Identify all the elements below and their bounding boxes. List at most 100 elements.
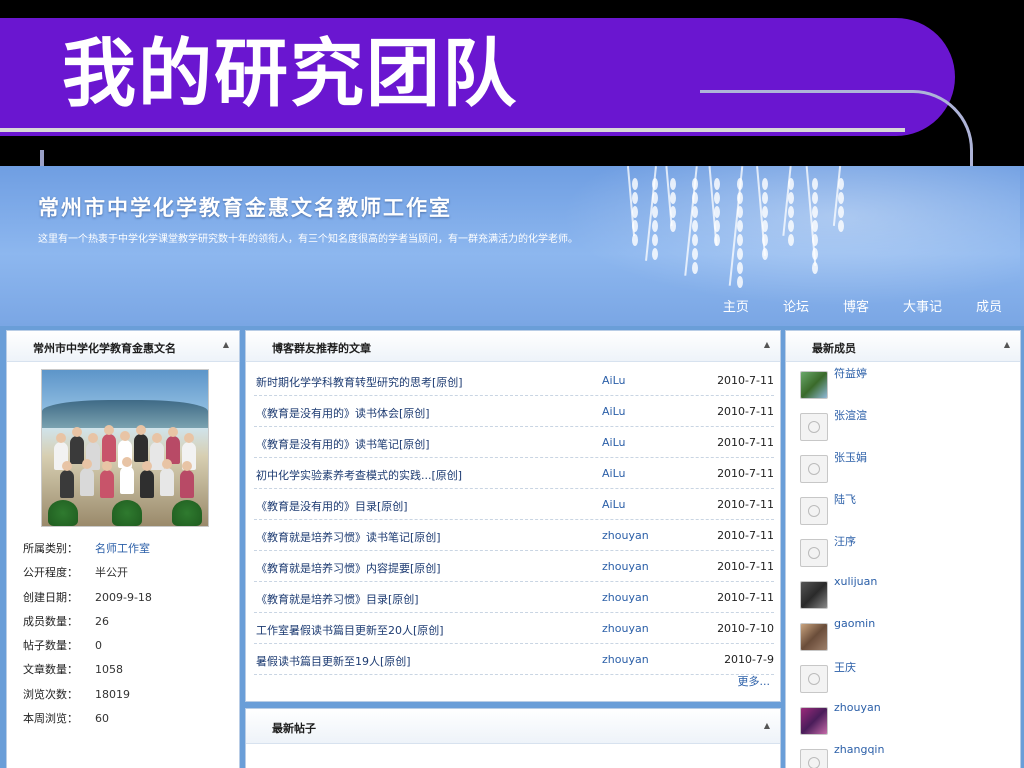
member-name[interactable]: 符益婷 bbox=[834, 365, 867, 381]
member-item: zhangqin bbox=[798, 743, 1008, 768]
member-name[interactable]: zhangqin bbox=[834, 743, 884, 756]
panel-header: 最新成员 ▲ bbox=[786, 331, 1020, 362]
info-row: 文章数量： 1058 bbox=[23, 658, 233, 682]
info-row: 公开程度： 半公开 bbox=[23, 561, 233, 585]
photo-person bbox=[102, 425, 116, 462]
article-title[interactable]: 工作室暑假读书篇目更新至20人[原创] bbox=[256, 622, 444, 638]
member-item: zhouyan bbox=[798, 701, 1008, 743]
member-name[interactable]: gaomin bbox=[834, 617, 875, 630]
studio-info-list: 所属类别： 名师工作室 公开程度： 半公开 创建日期： 2009-9-18 成员数量：… bbox=[23, 537, 233, 731]
willow-leaf bbox=[670, 178, 676, 190]
article-author[interactable]: AiLu bbox=[602, 436, 626, 449]
member-avatar[interactable] bbox=[800, 707, 828, 735]
slide-title: 我的研究团队 bbox=[62, 31, 518, 117]
member-name[interactable]: 王庆 bbox=[834, 659, 856, 675]
article-author[interactable]: zhouyan bbox=[602, 653, 649, 666]
photo-person-head bbox=[182, 461, 192, 471]
willow-leaf bbox=[692, 220, 698, 232]
info-row: 所属类别： 名师工作室 bbox=[23, 537, 233, 561]
article-row: 《教育就是培养习惯》读书笔记[原创] zhouyan 2010-7-11 bbox=[254, 520, 774, 551]
info-row: 成员数量： 26 bbox=[23, 610, 233, 634]
info-value[interactable]: 名师工作室 bbox=[95, 537, 150, 561]
article-title[interactable]: 暑假读书篇目更新至19人[原创] bbox=[256, 653, 411, 669]
photo-person bbox=[80, 459, 94, 496]
photo-person bbox=[120, 457, 134, 494]
willow-leaf bbox=[652, 192, 658, 204]
member-name[interactable]: 陆飞 bbox=[834, 491, 856, 507]
article-title[interactable]: 《教育是没有用的》读书笔记[原创] bbox=[256, 436, 430, 452]
willow-leaf bbox=[652, 248, 658, 260]
photo-person bbox=[180, 461, 194, 498]
member-avatar[interactable] bbox=[800, 623, 828, 651]
willow-leaf bbox=[788, 178, 794, 190]
more-link[interactable]: 更多... bbox=[738, 673, 771, 689]
nav-home[interactable]: 主页 bbox=[723, 296, 749, 315]
article-author[interactable]: zhouyan bbox=[602, 560, 649, 573]
willow-leaf bbox=[652, 206, 658, 218]
article-title[interactable]: 《教育就是培养习惯》目录[原创] bbox=[256, 591, 419, 607]
willow-leaf bbox=[737, 220, 743, 232]
collapse-arrow-icon[interactable]: ▲ bbox=[223, 340, 229, 349]
member-name[interactable]: 张玉娟 bbox=[834, 449, 867, 465]
article-title[interactable]: 新时期化学学科教育转型研究的思考[原创] bbox=[256, 374, 463, 390]
article-title[interactable]: 《教育就是培养习惯》内容提要[原创] bbox=[256, 560, 441, 576]
willow-leaf bbox=[714, 234, 720, 246]
member-name[interactable]: 张渲渲 bbox=[834, 407, 867, 423]
article-author[interactable]: AiLu bbox=[602, 374, 626, 387]
article-title[interactable]: 《教育就是培养习惯》读书笔记[原创] bbox=[256, 529, 441, 545]
member-avatar[interactable] bbox=[800, 749, 828, 768]
member-avatar[interactable] bbox=[800, 413, 828, 441]
member-name[interactable]: 汪序 bbox=[834, 533, 856, 549]
photo-plant bbox=[112, 500, 142, 526]
photo-person-head bbox=[82, 459, 92, 469]
nav-forum[interactable]: 论坛 bbox=[783, 296, 809, 315]
photo-person-head bbox=[102, 461, 112, 471]
info-row: 创建日期： 2009-9-18 bbox=[23, 586, 233, 610]
info-key: 浏览次数： bbox=[23, 687, 78, 701]
recommended-articles-panel: 博客群友推荐的文章 ▲ 新时期化学学科教育转型研究的思考[原创] AiLu 2010… bbox=[245, 330, 781, 702]
member-avatar[interactable] bbox=[800, 497, 828, 525]
slide-title-underline bbox=[0, 128, 905, 132]
info-value: 2009-9-18 bbox=[95, 590, 152, 604]
latest-members-panel: 最新成员 ▲ 符益婷张渲渲张玉娟陆飞汪序 xulijuan gaomin 王庆 zhou… bbox=[785, 330, 1021, 768]
article-author[interactable]: AiLu bbox=[602, 498, 626, 511]
article-author[interactable]: zhouyan bbox=[602, 591, 649, 604]
photo-person-head bbox=[104, 425, 114, 435]
willow-leaf bbox=[788, 234, 794, 246]
article-date: 2010-7-10 bbox=[717, 622, 774, 635]
willow-leaf bbox=[714, 192, 720, 204]
nav-events[interactable]: 大事记 bbox=[903, 296, 942, 315]
info-key: 帖子数量： bbox=[23, 639, 78, 653]
photo-person-head bbox=[142, 461, 152, 471]
willow-leaf bbox=[692, 206, 698, 218]
article-author[interactable]: zhouyan bbox=[602, 529, 649, 542]
member-name[interactable]: zhouyan bbox=[834, 701, 881, 714]
article-title[interactable]: 初中化学实验素养考查模式的实践...[原创] bbox=[256, 467, 462, 483]
article-author[interactable]: AiLu bbox=[602, 405, 626, 418]
article-author[interactable]: zhouyan bbox=[602, 622, 649, 635]
article-author[interactable]: AiLu bbox=[602, 467, 626, 480]
site-subtitle: 这里有一个热衷于中学化学课堂教学研究数十年的领衔人，有三个知名度很高的学者当顾问… bbox=[38, 234, 578, 245]
article-row: 新时期化学学科教育转型研究的思考[原创] AiLu 2010-7-11 bbox=[254, 365, 774, 396]
article-title[interactable]: 《教育是没有用的》目录[原创] bbox=[256, 498, 408, 514]
info-value: 1058 bbox=[95, 663, 123, 677]
member-avatar[interactable] bbox=[800, 665, 828, 693]
member-name[interactable]: xulijuan bbox=[834, 575, 877, 588]
photo-plant bbox=[172, 500, 202, 526]
nav-blog[interactable]: 博客 bbox=[843, 296, 869, 315]
collapse-arrow-icon[interactable]: ▲ bbox=[764, 721, 770, 730]
member-avatar[interactable] bbox=[800, 539, 828, 567]
member-avatar[interactable] bbox=[800, 455, 828, 483]
willow-leaf bbox=[788, 206, 794, 218]
willow-leaf bbox=[652, 178, 658, 190]
member-avatar[interactable] bbox=[800, 581, 828, 609]
member-avatar[interactable] bbox=[800, 371, 828, 399]
willow-leaf bbox=[692, 262, 698, 274]
collapse-arrow-icon[interactable]: ▲ bbox=[1004, 340, 1010, 349]
willow-leaf bbox=[762, 206, 768, 218]
collapse-arrow-icon[interactable]: ▲ bbox=[764, 340, 770, 349]
photo-person-head bbox=[120, 431, 130, 441]
willow-leaf bbox=[788, 192, 794, 204]
article-title[interactable]: 《教育是没有用的》读书体会[原创] bbox=[256, 405, 430, 421]
nav-members[interactable]: 成员 bbox=[976, 296, 1002, 315]
